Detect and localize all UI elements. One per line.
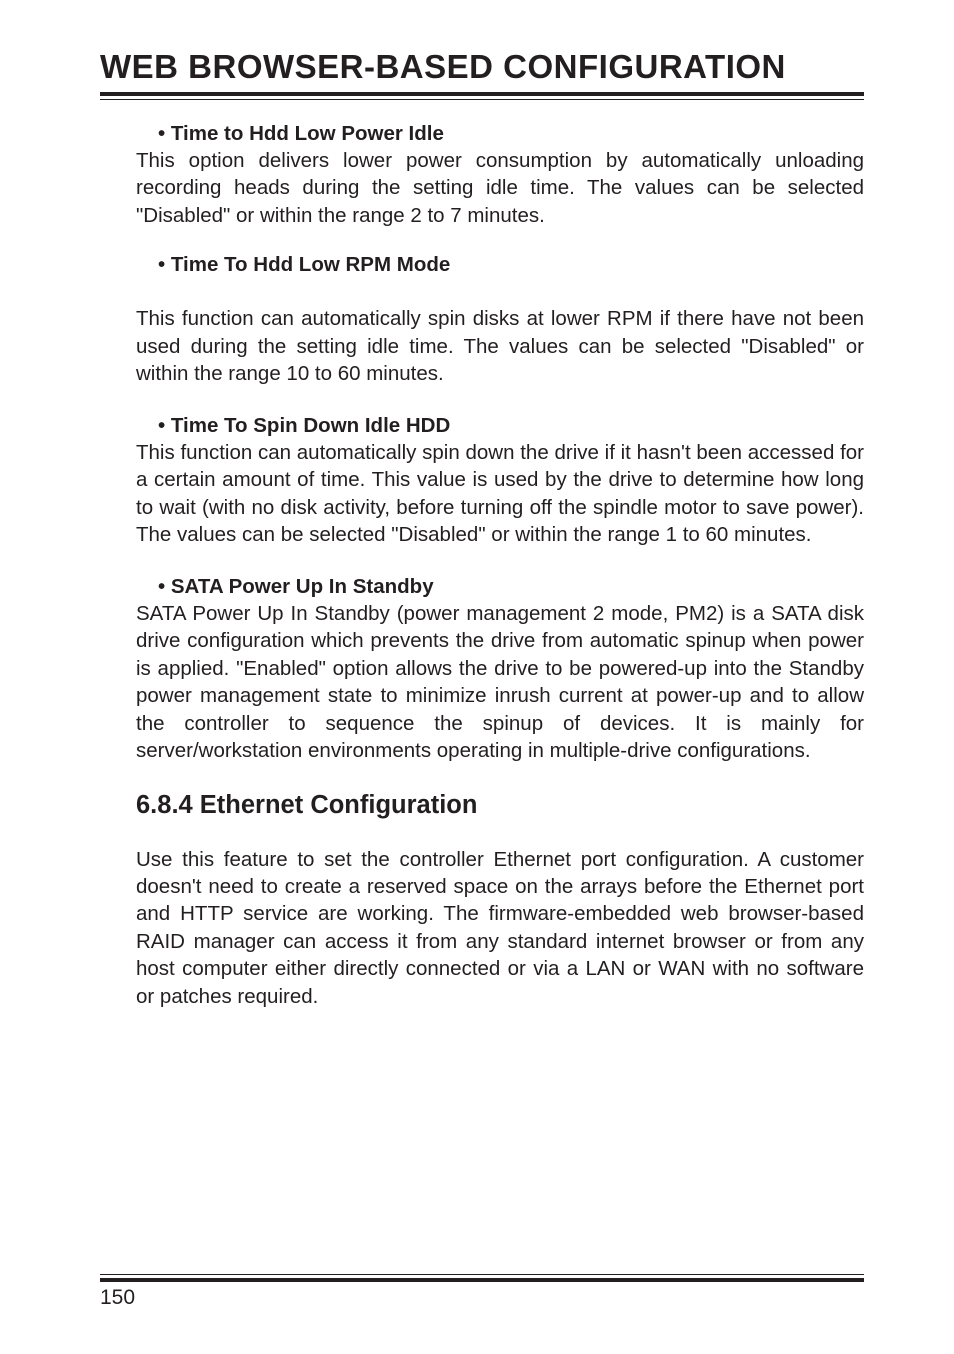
heading-sata-standby: • SATA Power Up In Standby <box>136 575 864 599</box>
body-ethernet-config: Use this feature to set the controller E… <box>136 846 864 1011</box>
body-sata-standby: SATA Power Up In Standby (power manageme… <box>136 600 864 765</box>
content-block: • Time to Hdd Low Power Idle This option… <box>100 122 864 1010</box>
heading-hdd-low-power-idle: • Time to Hdd Low Power Idle <box>136 122 864 146</box>
body-hdd-low-power-idle: This option delivers lower power consump… <box>136 147 864 229</box>
footer-divider <box>100 1274 864 1282</box>
heading-spin-down-idle: • Time To Spin Down Idle HDD <box>136 414 864 438</box>
heading-ethernet-config: 6.8.4 Ethernet Configuration <box>136 791 864 820</box>
header-divider <box>100 92 864 100</box>
page-number: 150 <box>100 1286 864 1310</box>
page-header-title: WEB BROWSER-BASED CONFIGURATION <box>100 48 864 86</box>
page-footer: 150 <box>100 1274 864 1310</box>
body-spin-down-idle: This function can automatically spin dow… <box>136 439 864 549</box>
heading-hdd-low-rpm: • Time To Hdd Low RPM Mode <box>136 253 864 277</box>
body-hdd-low-rpm: This function can automatically spin dis… <box>136 305 864 387</box>
